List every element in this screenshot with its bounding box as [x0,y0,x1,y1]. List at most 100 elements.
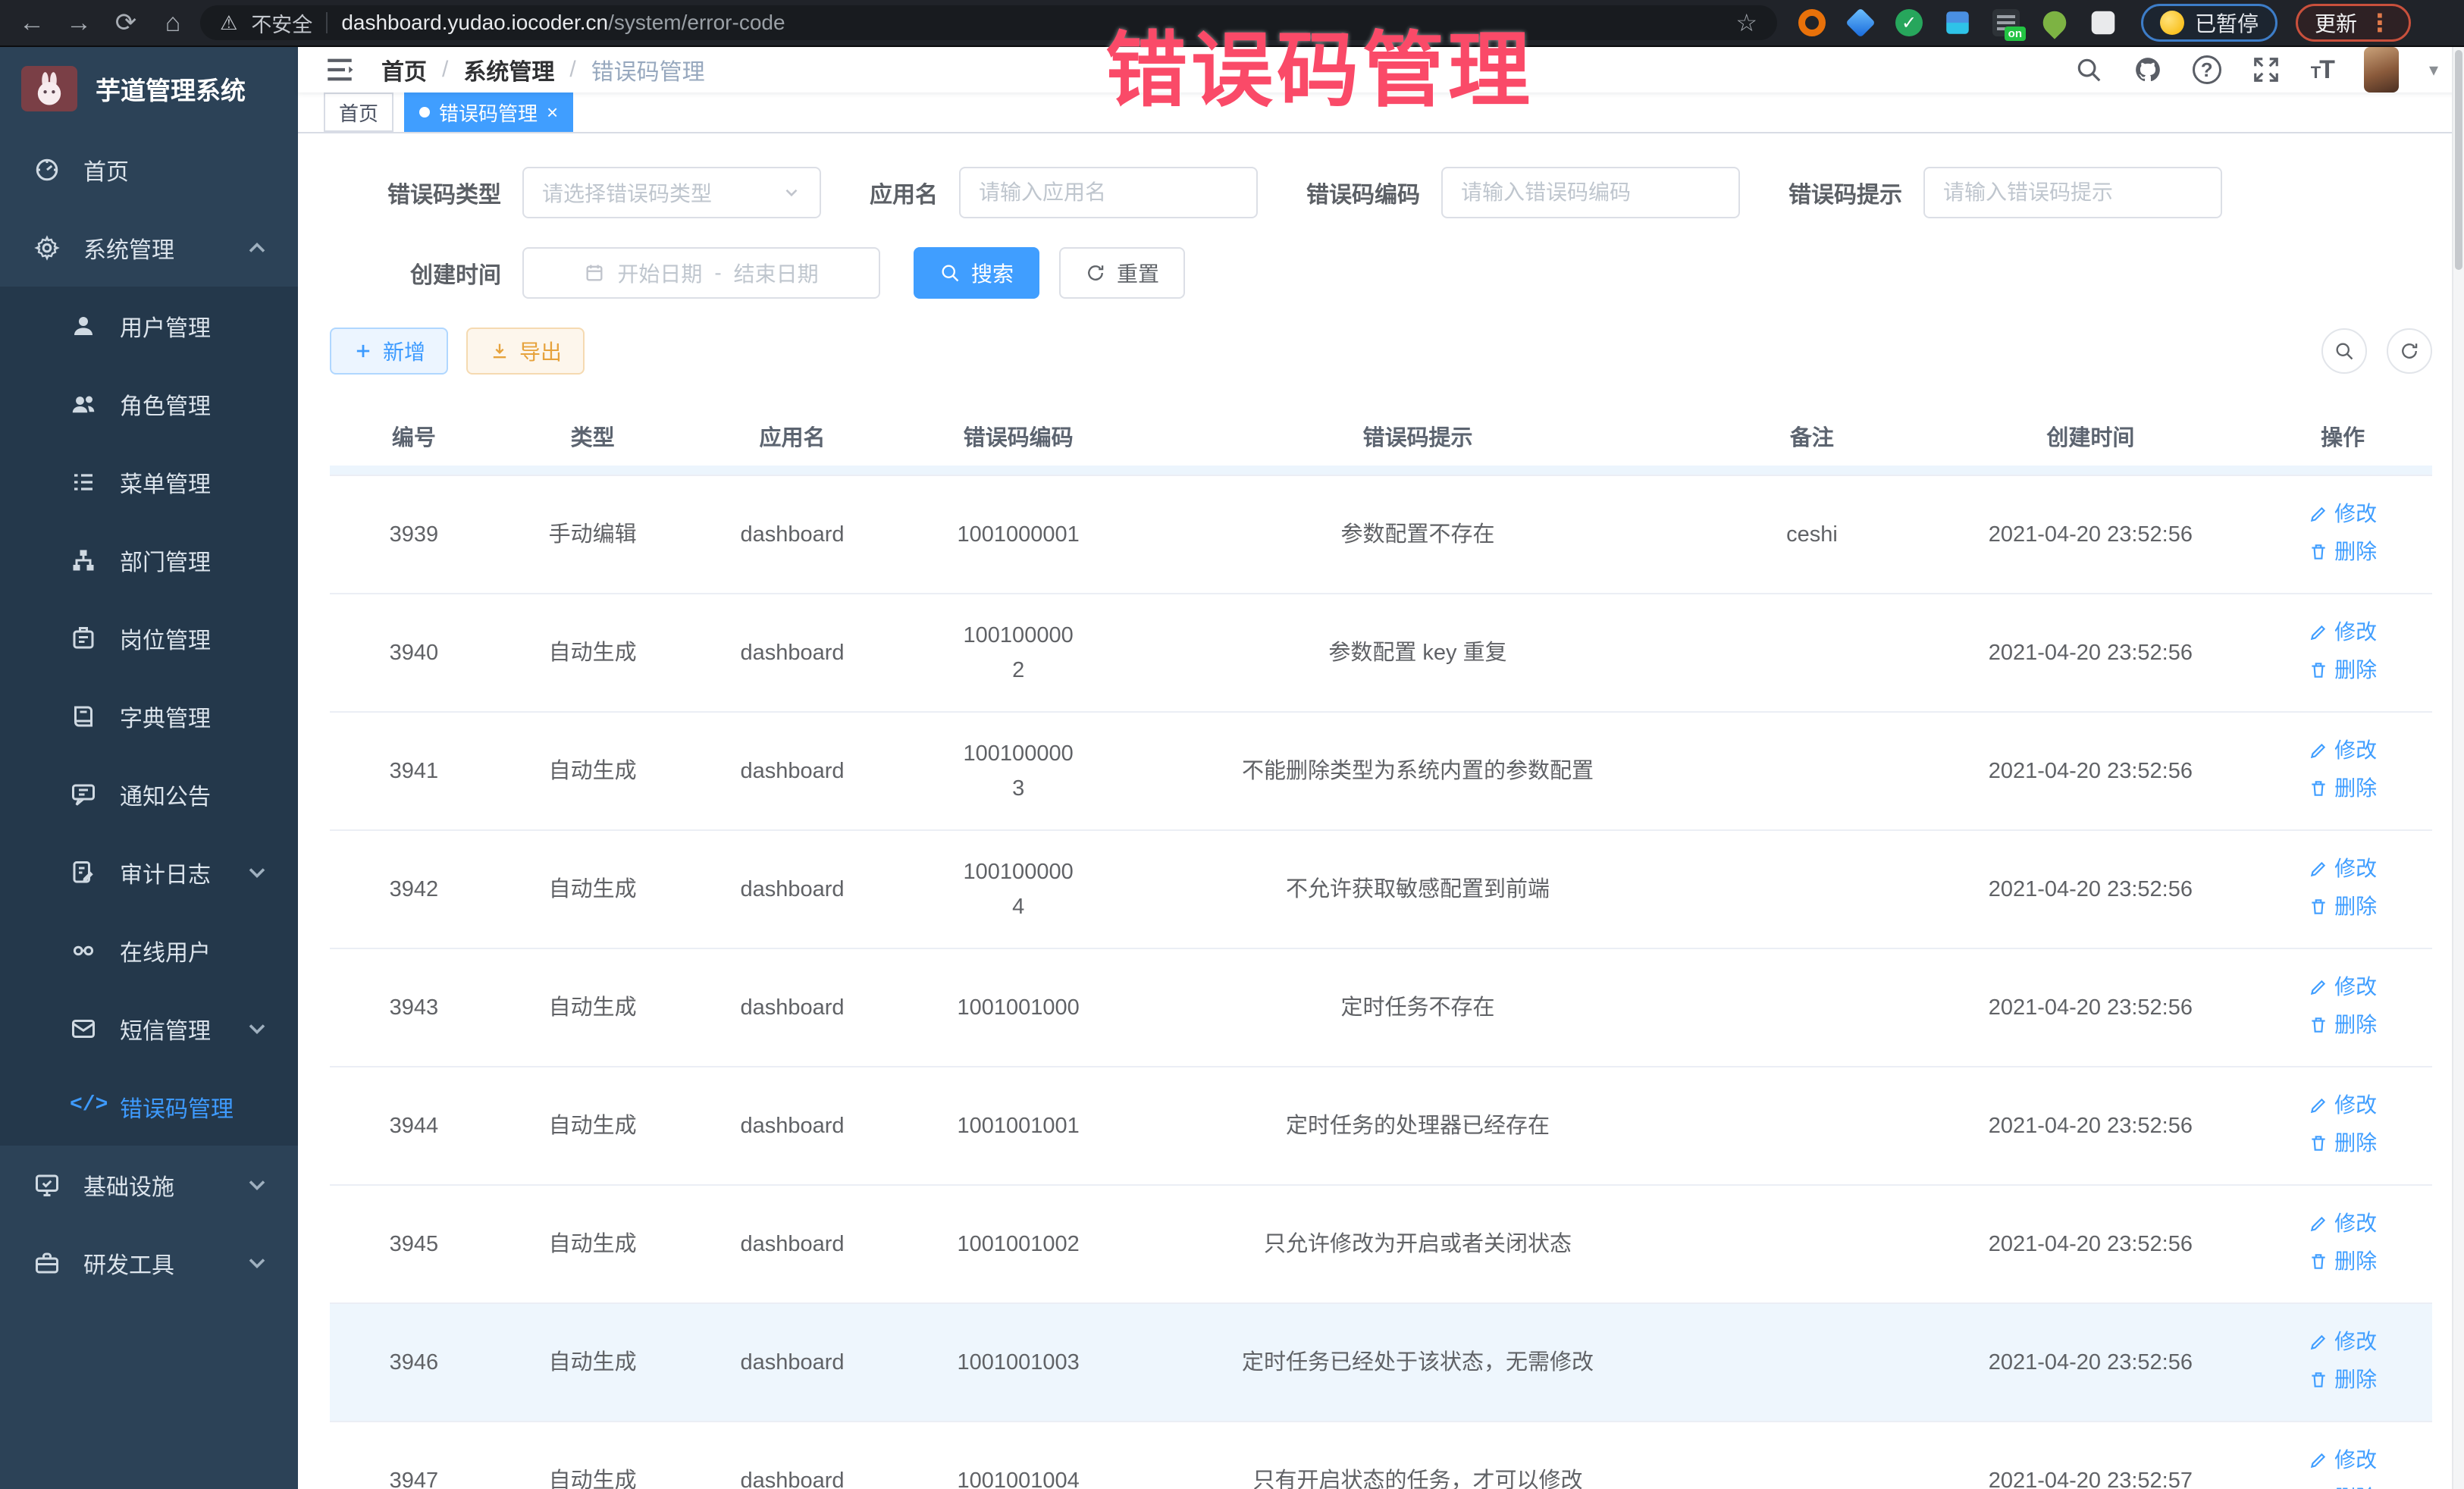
paused-button[interactable]: 已暂停 [2141,4,2277,42]
search-button[interactable]: 搜索 [914,247,1039,299]
sidebar-item-role-management[interactable]: 角色管理 [0,365,298,443]
sidebar-item-infrastructure[interactable]: 基础设施 [0,1146,298,1224]
extension-ring-icon[interactable] [1798,9,1826,36]
browser-menu-icon[interactable]: ⋮ [2368,11,2392,35]
sidebar-item-system-management[interactable]: 系统管理 [0,208,298,287]
sidebar-item-menu-management[interactable]: 菜单管理 [0,443,298,521]
sidebar-item-dev-tools[interactable]: 研发工具 [0,1224,298,1302]
col-time: 创建时间 [1927,397,2253,475]
date-range-picker[interactable]: 开始日期 - 结束日期 [522,247,880,299]
error-code-input[interactable] [1441,167,1740,218]
breadcrumb-current: 错误码管理 [591,53,705,86]
sidebar-item-error-code-management[interactable]: </> 错误码管理 [0,1067,298,1146]
start-date-placeholder: 开始日期 [617,258,702,288]
table-row: 3943 自动生成 dashboard 1001001000 定时任务不存在 2… [330,948,2432,1067]
extensions-puzzle-icon[interactable] [2092,11,2115,35]
sidebar-item-sms-management[interactable]: 短信管理 [0,989,298,1067]
delete-button[interactable]: 删除 [2309,653,2377,688]
badge-icon [70,625,97,652]
error-code-label: 错误码编码 [1306,176,1420,209]
fullscreen-icon[interactable] [2252,55,2281,84]
app-logo[interactable]: 芋道管理系统 [0,47,298,130]
close-icon[interactable]: × [547,102,558,122]
edit-button[interactable]: 修改 [2309,1324,2377,1359]
error-type-select[interactable]: 请选择错误码类型 [522,167,821,218]
breadcrumb-separator: / [442,57,448,83]
table-toolbar: 新增 导出 [330,328,2432,375]
extension-gem-icon[interactable] [1845,8,1876,38]
delete-button[interactable]: 删除 [2309,1008,2377,1042]
edit-button[interactable]: 修改 [2309,1443,2377,1478]
url-path: /system/error-code [608,11,785,34]
code-icon: </> [70,1093,97,1121]
edit-button[interactable]: 修改 [2309,1206,2377,1241]
address-bar[interactable]: ⚠ 不安全 dashboard.yudao.iocoder.cn/system/… [200,5,1777,40]
refresh-table-button[interactable] [2387,328,2432,374]
bookmark-star-icon[interactable]: ☆ [1735,8,1757,37]
chat-icon [70,781,97,808]
delete-button[interactable]: 删除 [2309,1244,2377,1279]
sidebar-item-notice[interactable]: 通知公告 [0,755,298,833]
page-scrollbar[interactable] [2452,47,2464,1489]
extension-list-icon[interactable]: on [1992,9,2020,36]
edit-icon [2309,859,2328,879]
sidebar-item-user-management[interactable]: 用户管理 [0,287,298,365]
sidebar-item-home[interactable]: 首页 [0,130,298,208]
export-button[interactable]: 导出 [466,328,585,375]
col-remark: 备注 [1696,397,1927,475]
book-icon [70,703,97,730]
sidebar-item-post-management[interactable]: 岗位管理 [0,599,298,677]
delete-button[interactable]: 删除 [2309,1126,2377,1161]
url-host: dashboard.yudao.iocoder.cn [341,11,608,34]
delete-button[interactable]: 删除 [2309,771,2377,806]
edit-icon [2309,741,2328,760]
error-msg-input[interactable] [1923,167,2222,218]
extension-pin-icon[interactable] [2038,6,2071,39]
sidebar-item-online-users[interactable]: 在线用户 [0,911,298,989]
extension-grid-icon[interactable] [1946,11,1969,34]
hamburger-icon[interactable] [324,54,356,86]
edit-button[interactable]: 修改 [2309,733,2377,768]
chevron-down-icon [243,859,271,886]
edit-button[interactable]: 修改 [2309,615,2377,650]
delete-button[interactable]: 删除 [2309,889,2377,924]
edit-button[interactable]: 修改 [2309,851,2377,886]
font-size-icon[interactable]: TT [2311,55,2334,85]
reset-button[interactable]: 重置 [1059,247,1185,299]
update-button[interactable]: 更新 ⋮ [2296,4,2411,42]
browser-extensions: ✓ on [1798,9,2117,36]
address-divider [326,12,328,33]
sidebar-item-department-management[interactable]: 部门管理 [0,521,298,599]
scrollbar-thumb[interactable] [2455,50,2462,270]
browser-home-icon[interactable]: ⌂ [153,5,193,40]
tab-error-code-management[interactable]: 错误码管理 × [404,92,573,132]
browser-forward-icon[interactable]: → [59,5,99,40]
delete-button[interactable]: 删除 [2309,534,2377,569]
edit-button[interactable]: 修改 [2309,970,2377,1005]
toggle-search-button[interactable] [2321,328,2367,374]
calendar-icon [584,262,605,284]
add-button[interactable]: 新增 [330,328,448,375]
sidebar-item-audit-log[interactable]: 审计日志 [0,833,298,911]
app-name-input[interactable] [959,167,1258,218]
sidebar-item-dict-management[interactable]: 字典管理 [0,677,298,755]
avatar-caret-icon[interactable]: ▾ [2429,59,2438,81]
browser-reload-icon[interactable]: ⟳ [106,5,146,40]
github-icon[interactable] [2133,55,2162,84]
delete-button[interactable]: 删除 [2309,1362,2377,1397]
breadcrumb-home[interactable]: 首页 [381,53,427,86]
update-label: 更新 [2315,8,2357,38]
sidebar: 芋道管理系统 首页 系统管理 用户管理 [0,47,298,1489]
edit-button[interactable]: 修改 [2309,1088,2377,1123]
chevron-down-icon [243,1171,271,1199]
avatar[interactable] [2364,47,2399,92]
edit-button[interactable]: 修改 [2309,497,2377,531]
tab-home[interactable]: 首页 [324,92,393,132]
help-icon[interactable]: ? [2193,55,2221,84]
breadcrumb-system[interactable]: 系统管理 [463,53,554,86]
delete-button[interactable]: 删除 [2309,1481,2377,1489]
chevron-up-icon [243,234,271,262]
search-icon[interactable] [2074,55,2103,84]
browser-back-icon[interactable]: ← [12,5,52,40]
extension-check-icon[interactable]: ✓ [1895,9,1923,36]
